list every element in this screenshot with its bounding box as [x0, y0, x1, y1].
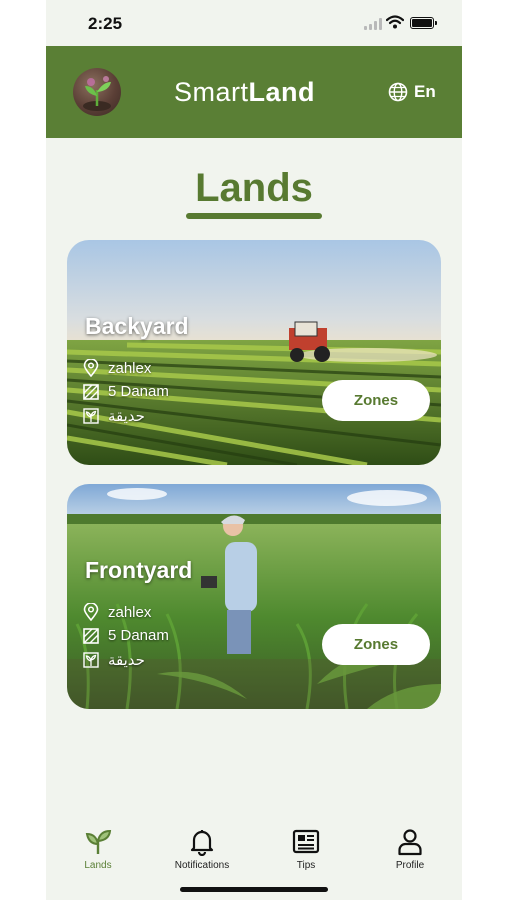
tab-tips[interactable]: Tips [256, 828, 356, 871]
person-icon [398, 829, 422, 856]
location-text: zahlex [108, 603, 152, 621]
zones-button[interactable]: Zones [322, 624, 430, 665]
brand-part2: Land [248, 77, 316, 107]
tab-profile[interactable]: Profile [360, 828, 460, 871]
zones-button[interactable]: Zones [322, 380, 430, 421]
tab-label: Tips [296, 860, 316, 871]
land-name: Frontyard [85, 557, 193, 583]
bell-icon [190, 830, 214, 856]
signal-icon [364, 18, 384, 30]
tab-label: Profile [395, 860, 425, 871]
area-text: 5 Danam [108, 383, 169, 400]
tab-label: Notifications [174, 860, 230, 871]
page-title: Lands [195, 166, 313, 210]
brand-part1: Smart [174, 77, 249, 107]
tab-lands[interactable]: Lands [48, 828, 148, 871]
type-text: حديقة [108, 408, 145, 425]
location-pin-icon [83, 603, 99, 621]
land-area: 5 Danam [83, 383, 169, 400]
location-pin-icon [83, 359, 99, 377]
area-icon [83, 383, 99, 400]
app-header: SmartLand En [46, 46, 462, 138]
sprout-icon [85, 829, 112, 854]
land-card[interactable]: Frontyard zahlex 5 Danam حديقة Zones [67, 484, 441, 709]
land-location: zahlex [83, 603, 151, 621]
field-photo [67, 484, 441, 709]
tab-label: Lands [84, 860, 112, 871]
land-card[interactable]: Backyard zahlex 5 Danam حديقة Zones [67, 240, 441, 465]
area-icon [83, 627, 99, 644]
title-underline [186, 213, 322, 219]
status-bar: 2:25 [46, 0, 462, 46]
status-time: 2:25 [88, 14, 123, 33]
type-text: حديقة [108, 652, 145, 669]
home-indicator[interactable] [180, 887, 328, 892]
land-area: 5 Danam [83, 627, 169, 644]
field-photo [67, 240, 441, 465]
land-location: zahlex [83, 359, 151, 377]
area-text: 5 Danam [108, 627, 169, 644]
tab-notifications[interactable]: Notifications [152, 828, 252, 871]
newspaper-icon [292, 829, 320, 854]
globe-icon [388, 82, 408, 102]
land-type: حديقة [83, 407, 145, 425]
language-label: En [414, 82, 436, 101]
battery-icon [410, 17, 437, 29]
plant-icon [83, 408, 99, 424]
language-switcher[interactable]: En [388, 82, 436, 102]
app-screen: 2:25 SmartLand En Lands Backyard zahlex … [46, 0, 462, 900]
sprout-logo[interactable] [73, 68, 121, 116]
plant-icon [83, 652, 99, 668]
brand-name: SmartLand [174, 77, 315, 108]
location-text: zahlex [108, 359, 152, 377]
wifi-icon [386, 15, 404, 29]
land-type: حديقة [83, 651, 145, 669]
land-name: Backyard [85, 313, 189, 339]
